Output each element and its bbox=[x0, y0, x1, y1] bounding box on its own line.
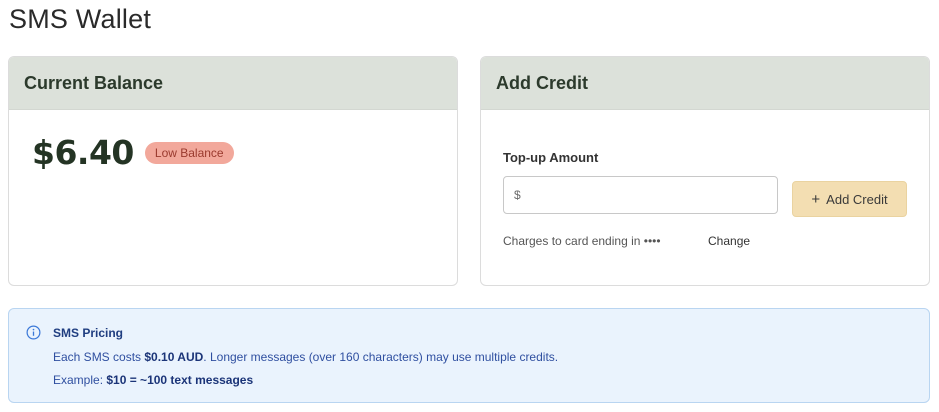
change-card-link[interactable]: Change bbox=[708, 234, 750, 248]
sms-cost-price: $0.10 AUD bbox=[144, 350, 204, 364]
current-balance-header: Current Balance bbox=[9, 57, 457, 110]
topup-amount-label: Top-up Amount bbox=[503, 150, 599, 165]
balance-row: $6.40 Low Balance bbox=[32, 133, 234, 172]
sms-cost-suffix: . Longer messages (over 160 characters) … bbox=[203, 350, 559, 364]
topup-amount-input[interactable] bbox=[503, 176, 778, 214]
sms-pricing-alert: SMS Pricing Each SMS costs $0.10 AUD. Lo… bbox=[8, 308, 930, 403]
plus-icon: + bbox=[811, 190, 821, 208]
page-title: SMS Wallet bbox=[9, 4, 152, 34]
sms-example-line: Example: $10 = ~100 text messages bbox=[53, 373, 253, 387]
low-balance-badge: Low Balance bbox=[144, 141, 234, 164]
current-balance-card: Current Balance $6.40 Low Balance bbox=[8, 56, 458, 286]
balance-amount: $6.40 bbox=[32, 133, 134, 172]
sms-cost-line: Each SMS costs $0.10 AUD. Longer message… bbox=[53, 350, 558, 364]
add-credit-button-label: Add Credit bbox=[826, 191, 888, 207]
sms-pricing-title: SMS Pricing bbox=[53, 326, 124, 340]
add-credit-card: Add Credit Top-up Amount + Add Credit Ch… bbox=[480, 56, 930, 286]
sms-example-prefix: Example: bbox=[53, 373, 107, 387]
sms-cost-prefix: Each SMS costs bbox=[53, 350, 145, 364]
info-icon bbox=[26, 325, 41, 340]
card-charge-note: Charges to card ending in •••• bbox=[503, 234, 661, 248]
add-credit-header: Add Credit bbox=[481, 57, 929, 110]
sms-example-value: $10 = ~100 text messages bbox=[106, 373, 254, 387]
add-credit-button[interactable]: + Add Credit bbox=[792, 181, 907, 217]
